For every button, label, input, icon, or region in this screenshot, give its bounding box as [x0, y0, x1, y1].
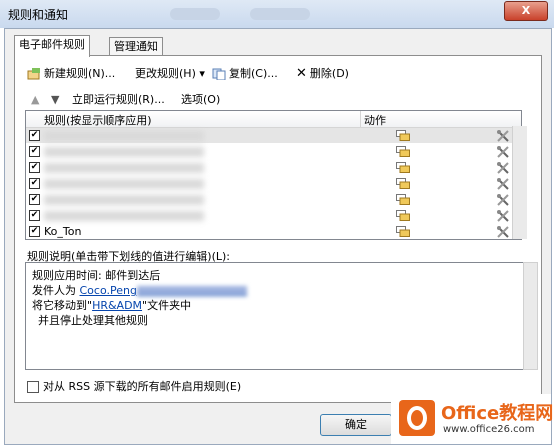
delete-label: 删除(D): [309, 67, 349, 80]
new-rule-icon: [27, 68, 40, 80]
ok-button[interactable]: 确定: [320, 414, 392, 436]
move-suffix: "文件夹中: [142, 299, 192, 312]
blurred-background-title: [250, 8, 310, 20]
options-button[interactable]: 选项(O): [181, 92, 220, 108]
blurred-rule-name: [44, 195, 204, 205]
sender-prefix: 发件人为: [32, 284, 80, 297]
rule-row[interactable]: ✔: [26, 144, 521, 159]
description-line-2: 发件人为 Coco.Peng: [32, 282, 247, 298]
window-title: 规则和通知: [8, 8, 69, 22]
move-to-folder-icon: [396, 210, 410, 221]
change-rule-button[interactable]: 更改规则(H) ▾: [135, 66, 205, 82]
move-prefix: 将它移动到": [32, 299, 93, 312]
copy-rule-button[interactable]: 复制(C)...: [212, 66, 278, 82]
rule-description-box: 规则应用时间: 邮件到达后 发件人为 Coco.Peng 将它移动到"HR&AD…: [25, 262, 524, 370]
rule-checkbox[interactable]: ✔: [29, 178, 40, 189]
move-to-folder-icon: [396, 194, 410, 205]
rule-checkbox[interactable]: ✔: [29, 146, 40, 157]
rules-list[interactable]: 规则(按显示顺序应用) 动作 ✔ ✔ ✔ ✔ ✔ ✔ ✔ Ko_Ton: [25, 110, 522, 240]
copy-label: 复制(C)...: [229, 67, 278, 80]
description-line-4: 并且停止处理其他规则: [38, 314, 148, 327]
move-up-arrow-icon[interactable]: ▲: [31, 92, 39, 108]
close-button[interactable]: X: [504, 1, 548, 21]
tab-panel: 新建规则(N)... 更改规则(H) ▾ 复制(C)... ✕ 删除(D) ▲ ▼…: [14, 55, 542, 403]
rule-checkbox[interactable]: ✔: [29, 130, 40, 141]
watermark: Office教程网 www.office26.com: [391, 394, 554, 444]
tools-icon: [497, 162, 509, 174]
tools-icon: [497, 194, 509, 206]
rule-row[interactable]: ✔ Ko_Ton: [26, 224, 521, 239]
rule-row[interactable]: ✔: [26, 128, 521, 143]
blurred-rule-name: [44, 179, 204, 189]
rule-row[interactable]: ✔: [26, 160, 521, 175]
rule-row[interactable]: ✔: [26, 192, 521, 207]
rule-column-header[interactable]: 规则(按显示顺序应用): [44, 112, 152, 128]
column-separator: [360, 111, 361, 127]
action-column-header[interactable]: 动作: [364, 112, 386, 128]
tools-icon: [497, 226, 509, 238]
delete-icon: ✕: [296, 66, 307, 81]
rss-rule-option[interactable]: 对从 RSS 源下载的所有邮件启用规则(E): [27, 378, 241, 394]
description-line-1: 规则应用时间: 邮件到达后: [32, 269, 161, 282]
rss-checkbox[interactable]: [27, 381, 39, 393]
tools-icon: [497, 130, 509, 142]
move-to-folder-icon: [396, 226, 410, 237]
rule-row[interactable]: ✔: [26, 208, 521, 223]
folder-link[interactable]: HR&ADM: [92, 299, 142, 312]
tools-icon: [497, 146, 509, 158]
tab-email-rules[interactable]: 电子邮件规则: [14, 35, 90, 57]
watermark-url: www.office26.com: [443, 424, 535, 435]
watermark-brand: Office教程网: [441, 403, 554, 424]
rule-checkbox[interactable]: ✔: [29, 194, 40, 205]
blurred-rule-name: [44, 163, 204, 173]
move-down-arrow-icon[interactable]: ▼: [51, 92, 59, 108]
rss-label: 对从 RSS 源下载的所有邮件启用规则(E): [43, 380, 242, 393]
sender-link[interactable]: Coco.Peng: [80, 284, 137, 297]
title-bar: 规则和通知 X: [0, 0, 554, 28]
description-scrollbar[interactable]: [523, 262, 538, 370]
office-logo-icon: [399, 400, 435, 436]
run-rules-now-button[interactable]: 立即运行规则(R)...: [72, 92, 165, 108]
blurred-rule-name: [44, 131, 204, 141]
rule-name: Ko_Ton: [44, 225, 82, 238]
blurred-rule-name: [44, 211, 204, 221]
move-to-folder-icon: [396, 146, 410, 157]
move-to-folder-icon: [396, 162, 410, 173]
new-rule-label: 新建规则(N)...: [44, 67, 116, 80]
new-rule-button[interactable]: 新建规则(N)...: [27, 66, 115, 82]
delete-rule-button[interactable]: ✕ 删除(D): [296, 66, 349, 82]
dialog-body: 电子邮件规则 管理通知 新建规则(N)... 更改规则(H) ▾ 复制(C)..…: [4, 28, 554, 445]
rules-list-scrollbar[interactable]: [512, 126, 527, 239]
tab-manage-alerts[interactable]: 管理通知: [109, 37, 163, 56]
copy-icon: [212, 68, 226, 80]
move-to-folder-icon: [396, 130, 410, 141]
rule-checkbox[interactable]: ✔: [29, 210, 40, 221]
blurred-rule-name: [44, 147, 204, 157]
move-to-folder-icon: [396, 178, 410, 189]
rule-checkbox[interactable]: ✔: [29, 226, 40, 237]
rule-checkbox[interactable]: ✔: [29, 162, 40, 173]
rule-row[interactable]: ✔: [26, 176, 521, 191]
rules-list-header: 规则(按显示顺序应用) 动作: [26, 111, 521, 128]
tools-icon: [497, 178, 509, 190]
tools-icon: [497, 210, 509, 222]
blurred-sender-address: [136, 286, 247, 296]
blurred-background-title: [170, 8, 220, 20]
description-line-3: 将它移动到"HR&ADM"文件夹中: [32, 297, 191, 313]
